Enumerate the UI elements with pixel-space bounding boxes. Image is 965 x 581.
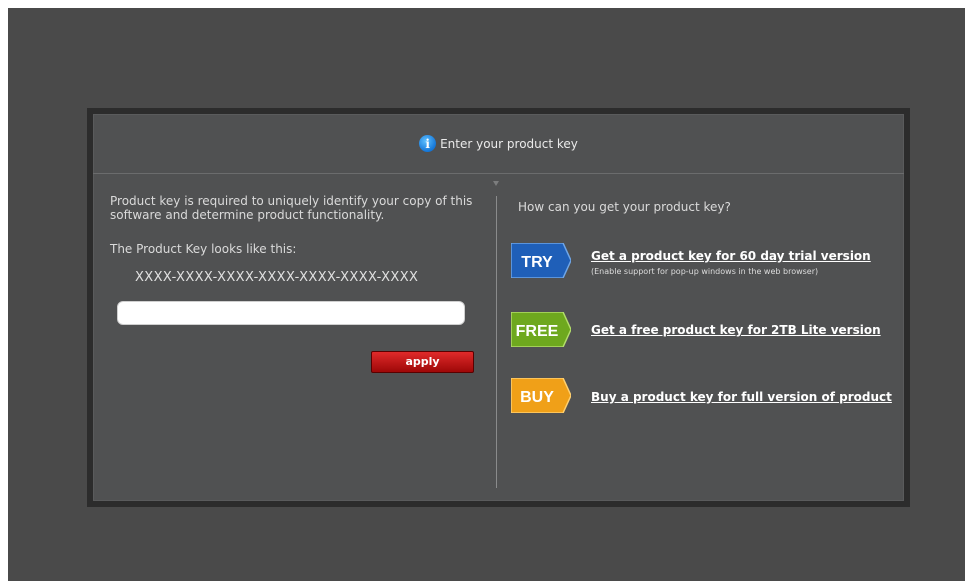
product-key-input[interactable] — [117, 301, 465, 325]
free-badge-icon[interactable]: FREE — [511, 312, 571, 347]
page-background: i Enter your product key Product key is … — [8, 8, 965, 581]
key-format-sample: XXXX-XXXX-XXXX-XXXX-XXXX-XXXX-XXXX — [135, 270, 419, 285]
column-divider — [496, 196, 497, 488]
buy-key-link[interactable]: Buy a product key for full version of pr… — [591, 390, 892, 404]
trial-popup-note: (Enable support for pop-up windows in th… — [591, 267, 819, 276]
key-format-label: The Product Key looks like this: — [110, 242, 297, 256]
info-icon: i — [419, 135, 437, 152]
dialog-titlebar: i Enter your product key — [93, 114, 904, 174]
free-badge-label: FREE — [516, 323, 559, 340]
apply-button[interactable]: apply — [371, 351, 474, 373]
buy-badge-label: BUY — [520, 389, 554, 406]
dialog-body: i Enter your product key Product key is … — [93, 114, 904, 501]
free-key-link[interactable]: Get a free product key for 2TB Lite vers… — [591, 323, 881, 337]
dialog-title: Enter your product key — [440, 136, 578, 151]
get-key-heading: How can you get your product key? — [518, 200, 731, 214]
key-description: Product key is required to uniquely iden… — [110, 194, 473, 222]
try-badge-icon[interactable]: TRY — [511, 243, 571, 278]
trial-key-link[interactable]: Get a product key for 60 day trial versi… — [591, 249, 871, 263]
divider-arrow-icon — [493, 181, 499, 186]
buy-badge-icon[interactable]: BUY — [511, 378, 571, 413]
product-key-dialog: i Enter your product key Product key is … — [87, 108, 910, 507]
try-badge-label: TRY — [521, 254, 553, 271]
